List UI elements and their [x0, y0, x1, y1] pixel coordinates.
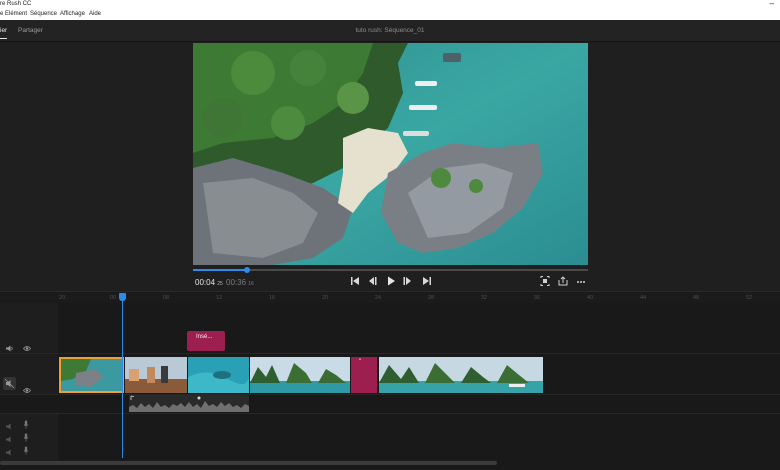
duration-time: 00:36: [226, 278, 247, 287]
video-clip-selected[interactable]: [59, 357, 124, 393]
more-options-icon[interactable]: [575, 274, 587, 288]
fit-frame-icon[interactable]: [539, 274, 551, 288]
ruler-tick: 28: [428, 295, 435, 301]
video-clip[interactable]: [125, 357, 187, 393]
menu-item-fichier-partial[interactable]: e: [0, 9, 3, 20]
track-divider: [0, 413, 780, 414]
workspace-header: ier Partager tuto rush: Séquence_01: [0, 20, 780, 42]
duration-frames: 16: [248, 281, 254, 287]
ruler-tick: 00: [110, 295, 117, 301]
volume-icon[interactable]: [6, 339, 14, 357]
video-preview[interactable]: [193, 43, 588, 265]
audio-waveform[interactable]: [129, 395, 249, 412]
music-note-icon: [130, 395, 135, 400]
menu-item-aide[interactable]: Aide: [89, 9, 101, 20]
total-duration: 00:36 16: [226, 278, 254, 287]
current-time: 00:04: [195, 278, 216, 287]
scrubber-progress: [193, 269, 248, 271]
menu-item-element[interactable]: Elément: [5, 9, 27, 20]
sequence-title: tuto rush: Séquence_01: [355, 27, 425, 34]
go-to-end-icon[interactable]: [421, 274, 433, 288]
ruler-tick: 52: [746, 295, 753, 301]
program-monitor: 00:04 25 00:36 16: [0, 43, 780, 291]
menu-item-sequence[interactable]: Séquence: [30, 9, 57, 20]
video-clip[interactable]: [250, 357, 350, 393]
minimize-button[interactable]: –: [770, 0, 774, 8]
microphone-icon[interactable]: [23, 442, 29, 460]
magenta-clip[interactable]: ": [351, 357, 377, 393]
play-icon[interactable]: [385, 274, 397, 288]
timeline-tracks: Insé... ": [0, 303, 780, 470]
title-clip[interactable]: Insé...: [187, 331, 225, 351]
ruler-tick: 16: [269, 295, 276, 301]
person-icon: [197, 396, 201, 400]
ruler-tick: 20: [59, 295, 66, 301]
ruler-tick: 36: [534, 295, 541, 301]
playhead-line[interactable]: [122, 293, 123, 458]
current-frames: 25: [217, 281, 223, 287]
aerial-lagoon-frame: [193, 43, 588, 265]
volume-icon[interactable]: [6, 443, 14, 461]
ruler-tick: 20: [322, 295, 329, 301]
playback-scrubber[interactable]: [193, 267, 588, 273]
current-timecode: 00:04 25: [195, 278, 223, 287]
step-back-icon[interactable]: [366, 274, 378, 288]
export-frame-icon[interactable]: [557, 274, 569, 288]
timeline-scrollbar[interactable]: [0, 461, 497, 465]
ruler-tick: 40: [587, 295, 594, 301]
menu-item-affichage[interactable]: Affichage: [60, 9, 85, 20]
eye-icon[interactable]: [22, 381, 32, 399]
video-clip[interactable]: [188, 357, 249, 393]
timeline-ruler[interactable]: 20 00 08 12 16 20 24 28 32 36 40 44 48 5…: [0, 291, 780, 303]
track-divider: [0, 394, 780, 395]
window-title: re Rush CC: [0, 1, 32, 7]
step-forward-icon[interactable]: [402, 274, 414, 288]
ruler-tick: 48: [693, 295, 700, 301]
go-to-start-icon[interactable]: [349, 274, 361, 288]
track-divider: [0, 353, 780, 354]
ruler-tick: 32: [481, 295, 488, 301]
eye-icon[interactable]: [22, 339, 32, 357]
scrubber-handle[interactable]: [244, 267, 251, 273]
ruler-tick: 12: [216, 295, 223, 301]
menu-bar: e Elément Séquence Affichage Aide: [0, 9, 780, 20]
mute-toggle-icon[interactable]: [3, 377, 16, 390]
ruler-tick: 08: [163, 295, 170, 301]
window-titlebar: re Rush CC –: [0, 0, 780, 9]
magenta-clip-label: ": [359, 359, 362, 365]
playhead-handle[interactable]: [119, 293, 126, 301]
ruler-tick: 44: [640, 295, 647, 301]
ruler-tick: 24: [375, 295, 382, 301]
video-clip[interactable]: [379, 357, 543, 393]
